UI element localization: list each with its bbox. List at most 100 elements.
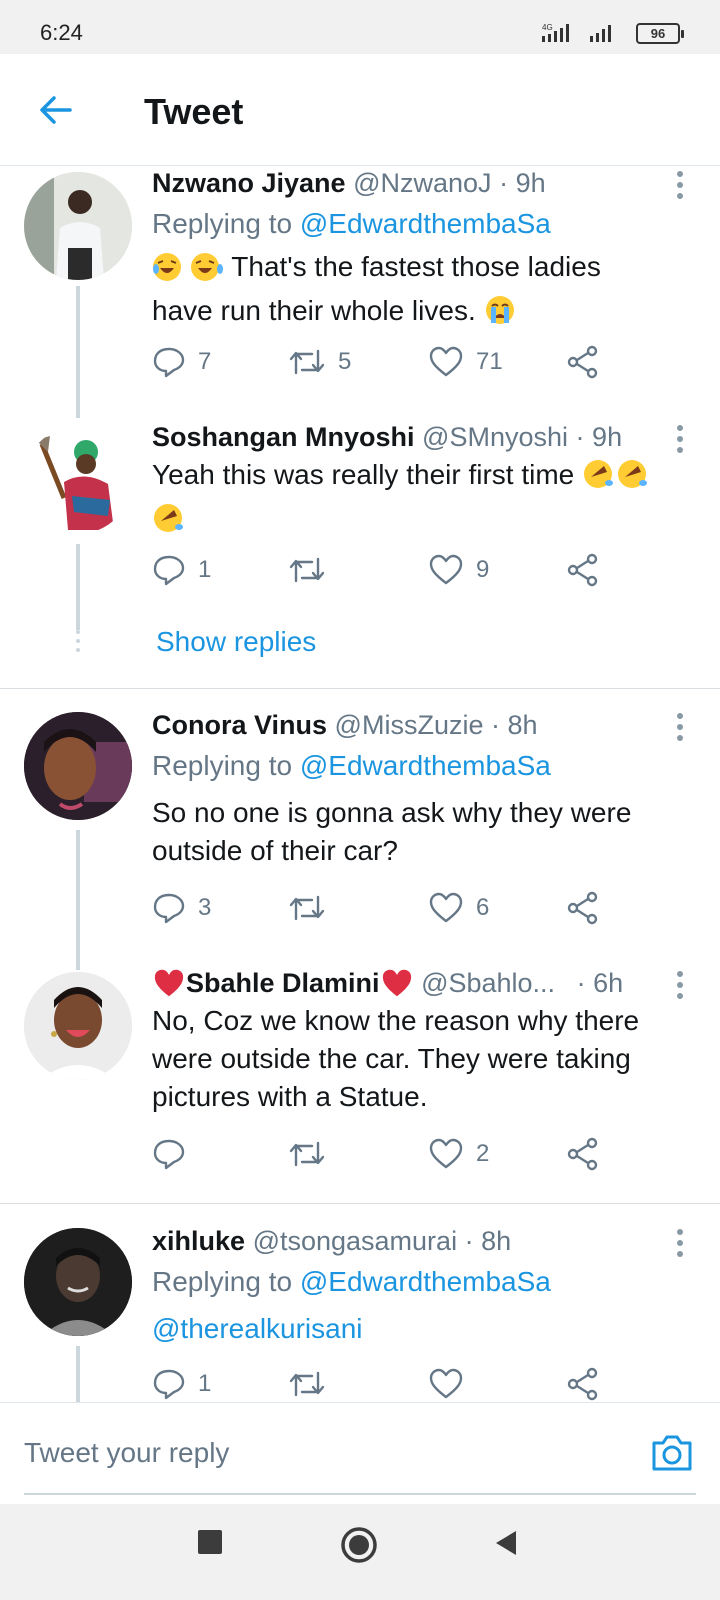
replying-mention-link[interactable]: @EdwardthembaSa [300,1266,551,1297]
page-title: Tweet [144,91,244,132]
user-handle[interactable]: @NzwanoJ [353,168,491,198]
replying-mention-link[interactable]: @EdwardthembaSa [300,750,551,781]
divider [0,1203,720,1204]
tweet-text-line: No, Coz we know the reason why there [152,1005,640,1036]
reply-count: 7 [198,348,212,375]
retweet-button[interactable] [288,550,338,590]
tweet-text-line: outside of their car? [152,835,398,866]
display-name[interactable]: Sbahle Dlamini [186,968,380,998]
share-button[interactable] [566,1134,612,1174]
laughing-emoji-icon [152,252,186,292]
like-button[interactable]: 6 [428,888,489,928]
tweet-header: Conora Vinus @MissZuzie · 8h [152,710,538,741]
retweet-icon [289,1371,325,1397]
reply-count: 1 [198,1370,212,1397]
like-count: 9 [476,556,490,583]
back-triangle-icon[interactable] [494,1530,518,1561]
reply-button[interactable]: 7 [152,342,211,382]
tweet-text-line: have run their whole lives. [152,295,476,326]
retweet-button[interactable] [288,888,338,928]
tweet-age: 9h [592,422,623,452]
avatar[interactable] [24,712,132,820]
thread-line [76,830,80,970]
retweet-button[interactable] [288,1134,338,1174]
cellular-signal-2-icon [588,22,618,51]
share-icon [567,553,598,587]
reply-button[interactable]: 3 [152,888,211,928]
reply-icon [153,893,185,924]
more-options-icon[interactable] [668,424,692,456]
like-button[interactable] [428,1364,476,1404]
display-name[interactable]: Conora Vinus [152,710,327,740]
tweet-text: That's the fastest those ladies have run… [152,248,692,336]
retweet-count: 5 [338,348,352,375]
share-icon [567,345,598,379]
tweet-text-line: That's the fastest those ladies [231,251,601,282]
crying-emoji-icon [484,294,516,336]
back-arrow-icon[interactable] [36,90,76,130]
share-button[interactable] [566,888,612,928]
tweet-actions: 7 5 71 [152,342,622,382]
avatar[interactable] [24,1228,132,1336]
share-button[interactable] [566,550,612,590]
user-handle[interactable]: @Sbahlo... [421,968,555,998]
retweet-icon [289,895,325,921]
like-button[interactable]: 71 [428,342,503,382]
retweet-button[interactable] [288,1364,338,1404]
tweet-header: Sbahle Dlamini @Sbahlo... · 6h [152,968,623,1005]
tweet-text: @therealkurisani [152,1310,692,1348]
reply-button[interactable]: 1 [152,550,211,590]
red-heart-icon [380,968,414,1005]
user-handle[interactable]: @SMnyoshi [422,422,568,452]
show-replies-link[interactable]: Show replies [156,626,316,658]
heart-icon [429,892,463,923]
replying-prefix: Replying to [152,1266,300,1297]
more-options-icon[interactable] [668,1228,692,1260]
more-options-icon[interactable] [668,170,692,202]
reply-button[interactable]: 1 [152,1364,211,1404]
more-options-icon[interactable] [668,712,692,744]
like-button[interactable]: 9 [428,550,489,590]
heart-icon [429,1138,463,1169]
reply-icon [153,1139,185,1170]
user-handle[interactable]: @MissZuzie [335,710,484,740]
thread-dots [76,630,80,657]
divider [0,688,720,689]
replying-mention-link[interactable]: @EdwardthembaSa [300,208,551,239]
network-type-label: 4G [542,23,553,32]
share-button[interactable] [566,342,612,382]
reply-input-underline [24,1493,696,1495]
share-button[interactable] [566,1364,612,1404]
more-options-icon[interactable] [668,970,692,1002]
tweet-actions: 2 [152,1134,622,1174]
heart-icon [429,554,463,585]
reply-count: 1 [198,556,212,583]
home-circle-icon[interactable] [340,1526,378,1569]
separator-dot: · [575,422,585,452]
display-name[interactable]: Nzwano Jiyane [152,168,346,198]
like-count: 6 [476,894,490,921]
like-button[interactable]: 2 [428,1134,489,1174]
separator-dot: · [576,968,586,998]
tweet-text-line: Yeah this was really their first time [152,459,575,490]
retweet-icon [289,1141,325,1167]
mention-link[interactable]: @therealkurisani [152,1310,692,1348]
recents-square-icon[interactable] [198,1530,222,1559]
retweet-button[interactable]: 5 [288,342,351,382]
avatar[interactable] [24,972,132,1080]
tweet-text: Yeah this was really their first time [152,456,692,544]
thread-line [76,286,80,418]
camera-icon[interactable] [650,1433,694,1473]
display-name[interactable]: Soshangan Mnyoshi [152,422,415,452]
avatar[interactable] [24,172,132,280]
reply-icon [153,1369,185,1400]
tweet-text-line: were outside the car. They were taking [152,1043,631,1074]
user-handle[interactable]: @tsongasamurai [253,1226,458,1256]
reply-input[interactable]: Tweet your reply [24,1437,229,1469]
reply-button[interactable] [152,1134,198,1174]
system-nav-bar [0,1504,720,1600]
avatar[interactable] [24,426,132,534]
tweet-header: Nzwano Jiyane @NzwanoJ · 9h [152,168,546,199]
app-header: Tweet [0,54,720,166]
display-name[interactable]: xihluke [152,1226,245,1256]
